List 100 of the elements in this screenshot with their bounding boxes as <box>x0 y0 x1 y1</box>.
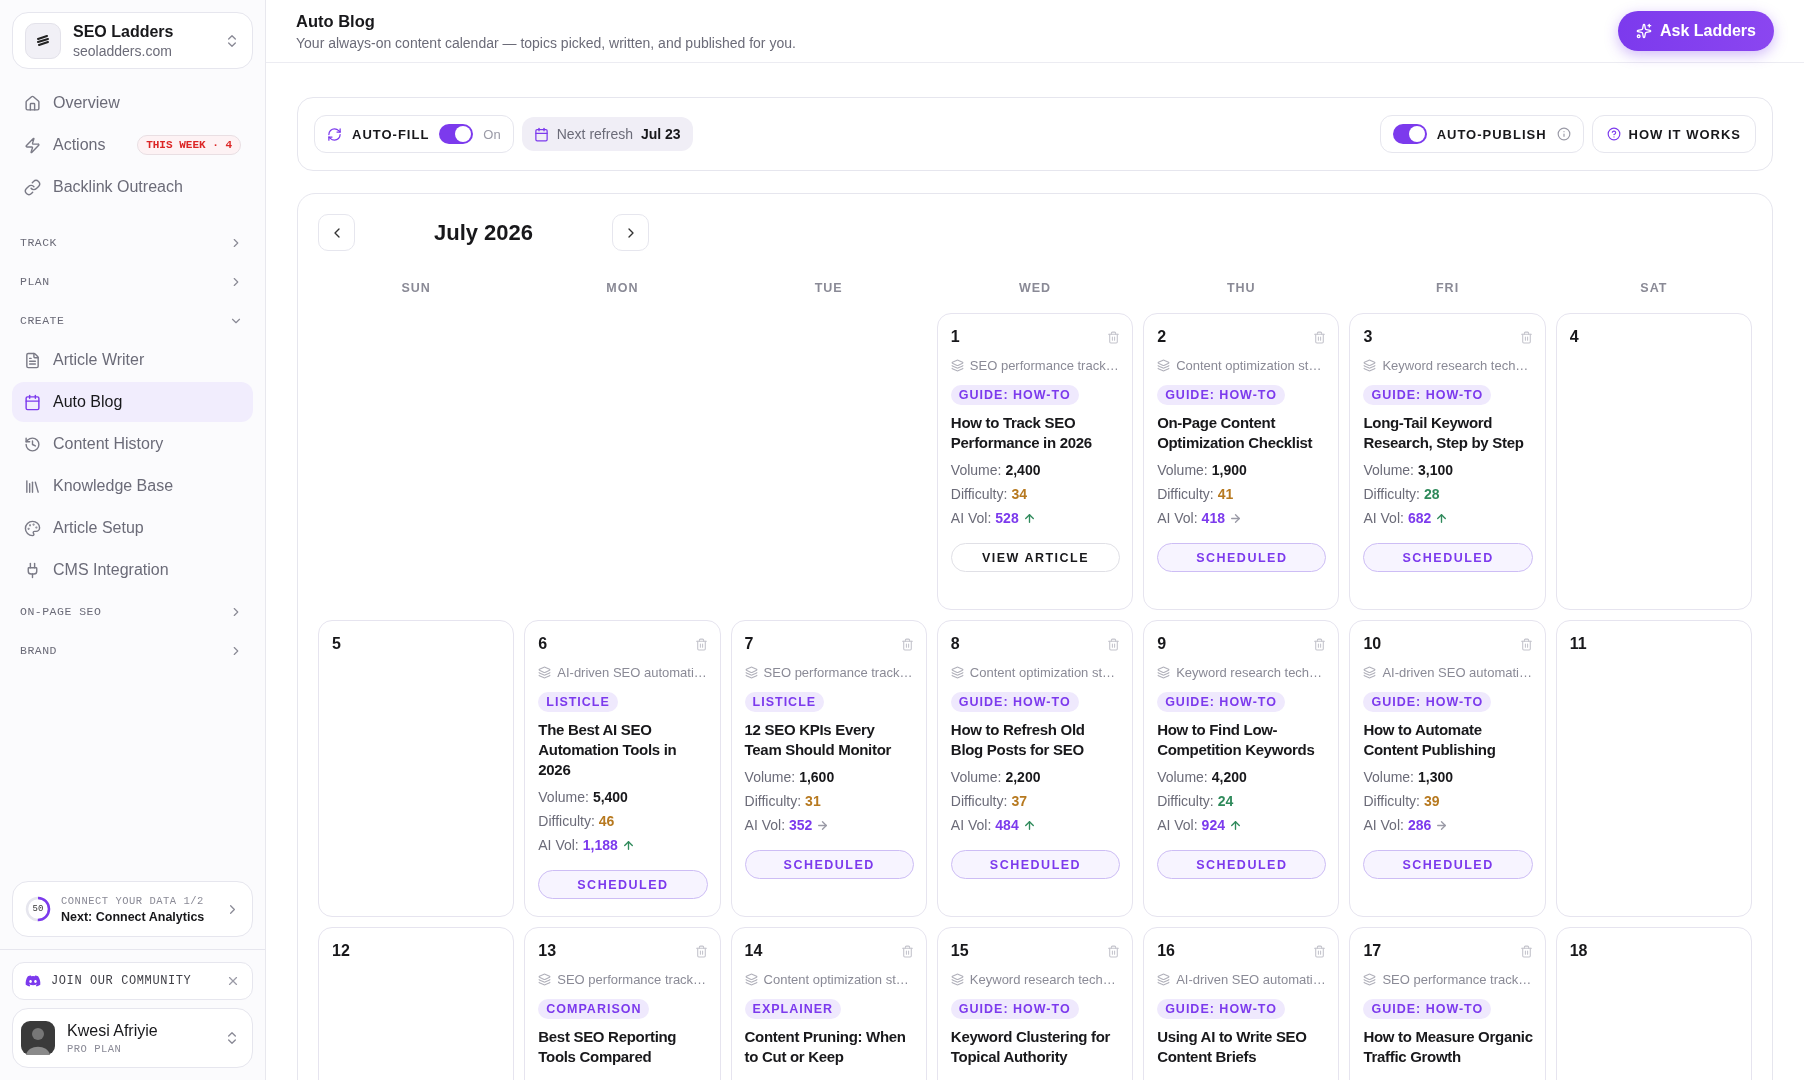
trash-icon[interactable] <box>694 637 708 651</box>
topic-label: SEO performance track… <box>969 358 1119 373</box>
home-icon <box>24 94 41 112</box>
sidebar-item[interactable]: Overview <box>12 83 253 123</box>
trash-icon[interactable] <box>1519 637 1533 651</box>
user-plan: PRO PLAN <box>67 1042 123 1055</box>
stat-label: Volume: <box>1157 769 1208 785</box>
previous-month-button[interactable] <box>318 214 355 251</box>
stat-value: 2,200 <box>1005 769 1041 785</box>
info-icon[interactable] <box>1556 127 1571 141</box>
topic-label: Keyword research tech… <box>1382 358 1529 373</box>
stat-value: 924 <box>1201 817 1225 833</box>
weekday-label: MON <box>605 281 640 295</box>
section-header[interactable]: BRAND <box>12 631 253 670</box>
workspace-switcher[interactable]: SEO Ladders seoladders.com <box>12 12 253 69</box>
trash-icon[interactable] <box>1519 944 1533 958</box>
trash-icon[interactable] <box>1107 330 1121 344</box>
layers-icon <box>950 666 964 679</box>
article-type-tag: COMPARISON <box>538 999 650 1019</box>
sidebar-item[interactable]: Content History <box>12 424 253 464</box>
stat-value: 418 <box>1201 510 1225 526</box>
setup-card[interactable]: 50 CONNECT YOUR DATA 1/2 Next: Connect Analytics <box>12 881 253 937</box>
scheduled-button[interactable]: SCHEDULED <box>1157 850 1327 879</box>
sidebar-item[interactable]: Backlink Outreach <box>12 167 253 207</box>
stat-label: Volume: <box>744 769 796 785</box>
trash-icon[interactable] <box>1107 637 1121 651</box>
trash-icon[interactable] <box>1519 330 1533 344</box>
day-number: 10 <box>1363 635 1382 653</box>
topic-label: Content optimization st… <box>1176 358 1322 373</box>
stat-label: Difficulty: <box>950 793 1008 809</box>
ask-button[interactable]: Ask Ladders <box>1617 11 1774 51</box>
scheduled-button[interactable]: SCHEDULED <box>1157 543 1327 572</box>
topic-label: Keyword research tech… <box>1176 665 1323 680</box>
stat-value: 1,188 <box>582 837 618 853</box>
trash-icon[interactable] <box>900 637 914 651</box>
user-card[interactable]: Kwesi Afriyie PRO PLAN <box>12 1008 253 1068</box>
article-title: How to Find Low-Competition Keywords <box>1157 720 1316 760</box>
sidebar-item[interactable]: Knowledge Base <box>12 466 253 506</box>
discord-icon <box>25 973 41 989</box>
scheduled-button[interactable]: SCHEDULED <box>538 870 708 899</box>
stat-value: 24 <box>1217 793 1234 809</box>
day-number: 11 <box>1569 635 1588 653</box>
day-number: 1 <box>950 328 960 346</box>
scheduled-button[interactable]: SCHEDULED <box>1363 543 1533 572</box>
stat-value: 31 <box>805 793 821 809</box>
sidebar-item[interactable]: CMS Integration <box>12 550 253 590</box>
trash-icon[interactable] <box>1107 944 1121 958</box>
setup-title: CONNECT YOUR DATA 1/2 <box>61 894 205 907</box>
trash-icon[interactable] <box>900 944 914 958</box>
sidebar-item[interactable]: Article Writer <box>12 340 253 380</box>
trash-icon[interactable] <box>1313 330 1327 344</box>
stat-value: 4,200 <box>1211 769 1247 785</box>
stat-value: 682 <box>1407 510 1432 526</box>
sidebar-item[interactable]: Actions THIS WEEK · 4 <box>12 125 253 165</box>
stat-value: 34 <box>1011 486 1027 502</box>
next-month-button[interactable] <box>612 214 649 251</box>
stat-value: 528 <box>995 510 1019 526</box>
topic-label: Keyword research tech… <box>969 972 1116 987</box>
close-icon[interactable] <box>226 974 240 988</box>
article-type-tag: GUIDE: HOW-TO <box>1157 999 1285 1019</box>
section-header[interactable]: PLAN <box>12 262 253 301</box>
scheduled-button[interactable]: SCHEDULED <box>1363 850 1533 879</box>
sidebar-item[interactable]: Auto Blog <box>12 382 253 422</box>
link-icon <box>24 178 41 196</box>
refresh-date: Jul 23 <box>640 126 681 142</box>
section-header[interactable]: TRACK <box>12 223 253 262</box>
view-article-button[interactable]: VIEW ARTICLE <box>950 543 1121 572</box>
article-type-tag: GUIDE: HOW-TO <box>1363 692 1492 712</box>
day-number: 14 <box>744 942 763 960</box>
topic-label: AI-driven SEO automati… <box>1382 665 1532 680</box>
stat-value: 37 <box>1011 793 1027 809</box>
history-icon <box>24 435 41 453</box>
trash-icon[interactable] <box>1313 637 1327 651</box>
article-title: How to Refresh Old Blog Posts for SEO <box>950 720 1086 760</box>
scheduled-button[interactable]: SCHEDULED <box>950 850 1121 879</box>
layers-icon <box>744 973 758 986</box>
article-type-tag: GUIDE: HOW-TO <box>1363 999 1492 1019</box>
day-number: 16 <box>1157 942 1175 960</box>
auto-publish-toggle[interactable] <box>1392 124 1427 144</box>
community-label: JOIN OUR COMMUNITY <box>51 974 193 988</box>
auto-fill-toggle[interactable] <box>439 124 474 144</box>
topic-label: Content optimization st… <box>763 972 909 987</box>
section-header[interactable]: CREATE <box>12 301 253 340</box>
stat-label: Difficulty: <box>950 486 1008 502</box>
trash-icon[interactable] <box>694 944 708 958</box>
calendar-icon <box>24 393 41 411</box>
day-number: 9 <box>1157 635 1167 653</box>
stat-label: Volume: <box>1363 769 1414 785</box>
community-banner[interactable]: JOIN OUR COMMUNITY <box>12 962 253 1000</box>
stat-label: AI Vol: <box>950 817 992 833</box>
article-title: On-Page Content Optimization Checklist <box>1157 413 1314 453</box>
article-title: How to Measure Organic Traffic Growth <box>1363 1027 1533 1067</box>
stat-label: Difficulty: <box>1363 793 1420 809</box>
lightning-icon <box>24 136 41 154</box>
sidebar-item[interactable]: Article Setup <box>12 508 253 548</box>
how-it-works-button[interactable]: HOW IT WORKS <box>1591 115 1756 153</box>
trash-icon[interactable] <box>1313 944 1327 958</box>
scheduled-button[interactable]: SCHEDULED <box>744 850 914 879</box>
section-header[interactable]: ON-PAGE SEO <box>12 592 253 631</box>
day-number: 7 <box>744 635 754 653</box>
